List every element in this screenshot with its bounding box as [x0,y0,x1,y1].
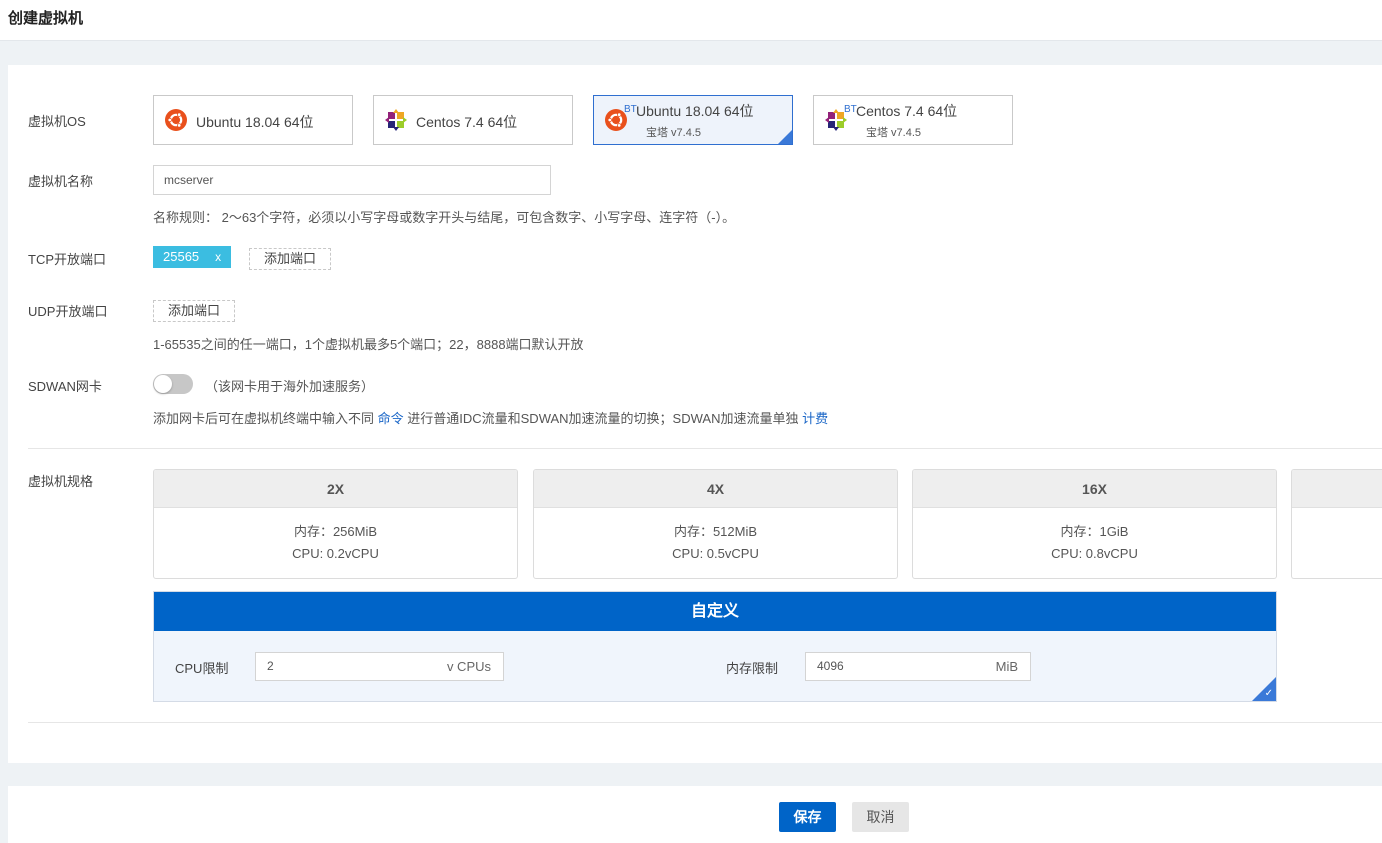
os-option-sub: 宝塔 v7.4.5 [866,127,922,139]
spec-plan-2x[interactable]: 2X 内存：256MiB CPU: 0.2vCPU [153,469,518,579]
spec-memory: 内存：1GiB [1060,524,1129,539]
spec-plan-head [1292,470,1382,508]
os-label: 虚拟机OS [28,114,86,129]
save-button[interactable]: 保存 [779,802,836,832]
port-value: 25565 [163,249,200,264]
cpu-unit: v CPUs [446,659,491,674]
selected-corner [778,130,792,144]
centos-icon [385,109,407,131]
bt-badge: BT [844,104,857,115]
sdwan-hint-text: 进行普通IDC流量和SDWAN加速流量的切换；SDWAN加速流量单独 [403,411,803,426]
memory-limit-input[interactable]: 4096 MiB [805,652,1031,681]
divider [28,448,1382,449]
os-option-ubuntu[interactable]: Ubuntu 18.04 64位 [153,95,353,145]
sdwan-hint-text: 添加网卡后可在虚拟机终端中输入不同 [153,411,378,426]
spec-cpu: CPU: 0.2vCPU [292,546,379,561]
os-option-name: Centos 7.4 64位 [856,103,958,119]
sdwan-note: （该网卡用于海外加速服务） [205,379,375,394]
custom-title: 自定义 [154,592,1276,631]
spec-memory: 内存：256MiB [293,524,378,539]
sdwan-toggle[interactable] [153,374,193,394]
memory-limit-value: 4096 [817,659,844,673]
spec-cpu: CPU: 0.8vCPU [1051,546,1138,561]
udp-label: UDP开放端口 [28,304,108,319]
vm-name-hint: 名称规则： 2～63个字符，必须以小写字母或数字开头与结尾，可包含数字、小写字母… [153,210,736,225]
toggle-knob [154,375,172,393]
tcp-add-port-button[interactable]: 添加端口 [249,248,332,270]
footer-bar: 保存 取消 [8,786,1382,843]
sdwan-hint: 添加网卡后可在虚拟机终端中输入不同 命令 进行普通IDC流量和SDWAN加速流量… [153,408,828,427]
spec-plan-16x[interactable]: 16X 内存：1GiB CPU: 0.8vCPU [912,469,1277,579]
os-option-name: Centos 7.4 64位 [416,114,518,130]
form-panel: 虚拟机OS Ubuntu 18.04 64位 Centos 7.4 64位 BT… [8,65,1382,763]
spec-plan-name: 16X [913,470,1276,508]
memory-unit: MiB [995,659,1018,674]
port-hint: 1-65535之间的任一端口，1个虚拟机最多5个端口；22，8888端口默认开放 [153,337,584,352]
tcp-port-tag: 25565 x [153,246,232,268]
memory-limit-label: 内存限制 [726,661,779,676]
spec-plan-4x[interactable]: 4X 内存：512MiB CPU: 0.5vCPU [533,469,898,579]
os-option-ubuntu-bt[interactable]: BT Ubuntu 18.04 64位 宝塔 v7.4.5 [593,95,793,145]
top-bar: 创建虚拟机 [0,0,1382,41]
os-option-name: Ubuntu 18.04 64位 [636,103,754,119]
spec-memory: 内存：512MiB [673,524,758,539]
page-title: 创建虚拟机 [8,10,84,27]
cpu-limit-label: CPU限制 [175,661,229,676]
spec-plan-name: 2X [154,470,517,508]
check-icon: ✓ [1264,688,1273,699]
spec-label: 虚拟机规格 [28,474,94,489]
divider [28,722,1382,723]
cpu-limit-input[interactable]: 2 v CPUs [255,652,504,681]
spec-plan-partial[interactable] [1291,469,1382,579]
command-link[interactable]: 命令 [378,411,404,426]
udp-add-port-button[interactable]: 添加端口 [153,300,236,322]
spec-custom[interactable]: 自定义 CPU限制 2 v CPUs 内存限制 4096 MiB ✓ [153,591,1277,702]
cancel-button[interactable]: 取消 [852,802,909,832]
cpu-limit-value: 2 [267,659,274,673]
os-option-sub: 宝塔 v7.4.5 [646,127,702,139]
tcp-label: TCP开放端口 [28,252,107,267]
bt-badge: BT [624,104,637,115]
sdwan-label: SDWAN网卡 [28,379,102,394]
billing-link[interactable]: 计费 [802,411,828,426]
remove-port-button[interactable]: x [215,250,221,264]
spec-plan-name: 4X [534,470,897,508]
os-option-centos[interactable]: Centos 7.4 64位 [373,95,573,145]
spec-cpu: CPU: 0.5vCPU [672,546,759,561]
ubuntu-icon [165,109,187,131]
os-option-name: Ubuntu 18.04 64位 [196,114,314,130]
os-option-centos-bt[interactable]: BT Centos 7.4 64位 宝塔 v7.4.5 [813,95,1013,145]
vm-name-input[interactable]: mcserver [153,165,551,195]
vm-name-label: 虚拟机名称 [28,174,94,189]
